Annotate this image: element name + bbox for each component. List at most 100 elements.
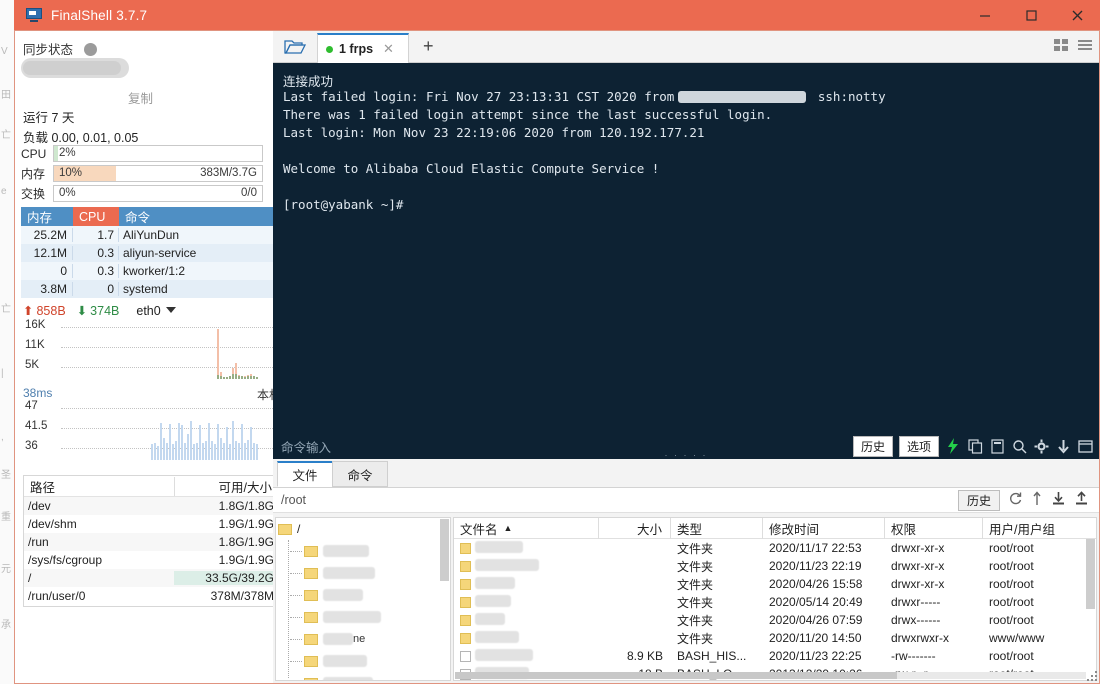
tree-item[interactable]: [276, 650, 450, 672]
maximize-button[interactable]: [1008, 0, 1054, 30]
col-type[interactable]: 类型: [671, 518, 763, 539]
disk-available: 1.8G/1.9G: [218, 535, 274, 549]
sync-status-row: 同步状态: [23, 39, 97, 58]
window-icon[interactable]: [1077, 438, 1093, 454]
tree-item[interactable]: [276, 584, 450, 606]
command-input-bar[interactable]: 命令输入 历史 选项 · · · · ·: [273, 433, 1099, 460]
tree-item-root[interactable]: /: [276, 518, 450, 540]
table-row[interactable]: 0 0.3 kworker/1:2: [21, 262, 283, 280]
disk-available: 33.5G/39.2G: [174, 571, 280, 585]
grid-view-icon[interactable]: [1053, 37, 1069, 56]
file-name-cell: [454, 594, 599, 610]
refresh-icon[interactable]: [1008, 491, 1023, 509]
minimize-button[interactable]: [962, 0, 1008, 30]
history-button[interactable]: 历史: [852, 435, 893, 457]
disk-path: /dev/shm: [28, 517, 77, 531]
table-row[interactable]: /run/user/0 378M/378M: [24, 587, 280, 605]
process-cpu: 1.7: [73, 228, 119, 242]
table-row[interactable]: 文件夹 2020/04/26 15:58 drwxr-xr-x root/root: [454, 575, 1096, 593]
table-row[interactable]: /dev 1.8G/1.8G: [24, 497, 280, 515]
close-icon[interactable]: ✕: [383, 41, 394, 57]
tree-item[interactable]: [276, 540, 450, 562]
table-row[interactable]: 文件夹 2020/05/14 20:49 drwxr----- root/root: [454, 593, 1096, 611]
tree-item-label: /: [297, 522, 301, 536]
tree-item[interactable]: [276, 606, 450, 628]
path-input[interactable]: /root: [281, 493, 306, 507]
copy-button[interactable]: 复制: [128, 88, 153, 107]
command-input[interactable]: 命令输入: [281, 437, 331, 456]
table-row[interactable]: 25.2M 1.7 AliYunDun: [21, 226, 283, 244]
table-row[interactable]: /sys/fs/cgroup 1.9G/1.9G: [24, 551, 280, 569]
process-cpu: 0: [73, 282, 119, 296]
path-bar[interactable]: /root 历史: [273, 487, 1099, 513]
table-row[interactable]: 文件夹 2020/11/20 14:50 drwxrwxr-x www/www: [454, 629, 1096, 647]
file-permissions-cell: -rw-------: [891, 649, 936, 663]
gear-icon[interactable]: [1033, 438, 1049, 454]
new-tab-button[interactable]: +: [423, 36, 434, 57]
col-owner[interactable]: 用户/用户组: [983, 518, 1096, 539]
table-row[interactable]: 文件夹 2020/11/17 22:53 drwxr-xr-x root/root: [454, 539, 1096, 557]
paste-icon[interactable]: [989, 438, 1005, 454]
table-row[interactable]: 3.8M 0 systemd: [21, 280, 283, 298]
tree-item[interactable]: ne: [276, 628, 450, 650]
file-list-hscrollbar[interactable]: [455, 672, 1086, 679]
close-button[interactable]: [1054, 0, 1100, 30]
file-type-cell: 文件夹: [677, 541, 714, 556]
tab-files[interactable]: 文件: [277, 461, 333, 487]
tree-item[interactable]: [276, 672, 450, 680]
list-view-icon[interactable]: [1077, 37, 1093, 56]
options-button[interactable]: 选项: [898, 435, 939, 457]
file-list[interactable]: 文件名 ▲ 大小 类型 修改时间 权限 用户/用户组 文件夹 2020/11/17 …: [453, 517, 1097, 681]
file-permissions-cell: drwxr-----: [891, 595, 941, 609]
folder-icon: [278, 523, 292, 535]
tree-item[interactable]: [276, 562, 450, 584]
process-col-memory[interactable]: 内存: [21, 207, 73, 226]
disk-col-available[interactable]: 可用/大小: [174, 476, 280, 496]
file-manager-panel: 文件 命令 /root 历史 / ne 文件名 ▲ 大小 类型 修改时间 权限 …: [273, 459, 1099, 683]
upload-icon[interactable]: [1074, 491, 1089, 509]
col-mtime[interactable]: 修改时间: [763, 518, 885, 539]
tab-frps[interactable]: 1 frps ✕: [317, 33, 409, 63]
col-permissions[interactable]: 权限: [885, 518, 983, 539]
sync-id-value-redacted: [23, 61, 121, 75]
process-memory: 12.1M: [21, 246, 73, 260]
process-col-cpu[interactable]: CPU: [73, 207, 119, 226]
tab-commands[interactable]: 命令: [332, 461, 388, 487]
network-interface-select[interactable]: eth0: [136, 304, 176, 318]
lightning-icon[interactable]: [945, 438, 961, 454]
disk-col-path[interactable]: 路径: [24, 477, 174, 496]
file-permissions-cell: drwxr-xr-x: [891, 559, 945, 573]
process-command: AliYunDun: [123, 228, 180, 242]
col-name[interactable]: 文件名 ▲: [454, 518, 599, 539]
uptime-label: 运行 7 天: [23, 111, 75, 125]
download-icon[interactable]: [1055, 438, 1071, 454]
directory-tree[interactable]: / ne: [275, 517, 451, 681]
terminal-output[interactable]: 连接成功 Last failed login: Fri Nov 27 23:13…: [273, 63, 1099, 433]
table-row[interactable]: /dev/shm 1.9G/1.9G: [24, 515, 280, 533]
disk-path: /run/user/0: [28, 589, 86, 603]
table-row[interactable]: / 33.5G/39.2G: [24, 569, 280, 587]
process-cpu: 0.3: [73, 246, 119, 260]
memory-meter-row: 内存 10% 383M/3.7G: [21, 165, 263, 182]
tree-scrollbar[interactable]: [440, 519, 449, 581]
up-level-icon[interactable]: [1031, 491, 1043, 509]
window-resize-grip[interactable]: [1084, 668, 1098, 682]
file-name-cell: [454, 648, 599, 664]
file-owner-cell: root/root: [989, 577, 1034, 591]
path-history-button[interactable]: 历史: [957, 489, 1000, 511]
table-row[interactable]: 8.9 KB BASH_HIS... 2020/11/23 22:25 -rw----…: [454, 647, 1096, 665]
file-list-scrollbar[interactable]: [1086, 539, 1095, 609]
download-icon[interactable]: [1051, 491, 1066, 509]
disk-path: /: [28, 571, 32, 585]
table-row[interactable]: 文件夹 2020/04/26 07:59 drwx------ root/root: [454, 611, 1096, 629]
table-row[interactable]: 12.1M 0.3 aliyun-service: [21, 244, 283, 262]
open-folder-icon[interactable]: [281, 35, 309, 59]
tab-label: 1 frps: [339, 42, 374, 56]
table-row[interactable]: 文件夹 2020/11/23 22:19 drwxr-xr-x root/root: [454, 557, 1096, 575]
main-area: 1 frps ✕ + 连接成功 Last failed login: Fri N…: [273, 31, 1099, 683]
search-icon[interactable]: [1011, 438, 1027, 454]
table-row[interactable]: /run 1.8G/1.9G: [24, 533, 280, 551]
process-col-command[interactable]: 命令: [119, 207, 283, 226]
col-size[interactable]: 大小: [599, 518, 671, 539]
copy-icon[interactable]: [967, 438, 983, 454]
